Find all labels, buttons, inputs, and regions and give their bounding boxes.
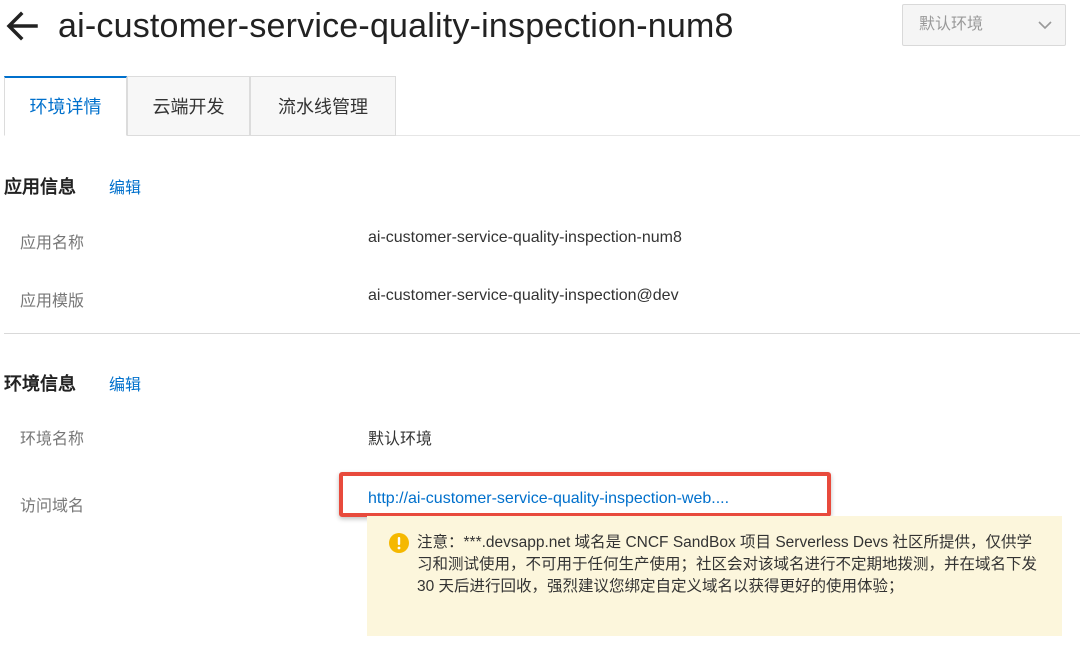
env-name-label: 环境名称: [20, 431, 85, 448]
tab-bar-divider: [396, 135, 1080, 136]
app-template-label: 应用模版: [20, 293, 85, 310]
domain-notice: 注意：***.devsapp.net 域名是 CNCF SandBox 项目 S…: [367, 516, 1062, 636]
environment-select-value: 默认环境: [919, 16, 984, 33]
tab-cloud-development[interactable]: 云端开发: [127, 76, 250, 136]
app-name-value: ai-customer-service-quality-inspection-n…: [368, 229, 682, 246]
warning-icon: [389, 533, 409, 553]
env-info-title: 环境信息: [4, 374, 76, 394]
app-template-value: ai-customer-service-quality-inspection@d…: [368, 287, 679, 304]
env-name-value: 默认环境: [368, 431, 433, 448]
domain-highlight-box: [339, 472, 831, 517]
env-info-edit-link[interactable]: 编辑: [109, 371, 141, 395]
tab-pipeline-management[interactable]: 流水线管理: [250, 76, 396, 136]
back-arrow-icon[interactable]: [4, 8, 40, 44]
access-domain-label: 访问域名: [20, 498, 85, 515]
environment-select[interactable]: 默认环境: [902, 4, 1066, 46]
domain-notice-text: 注意：***.devsapp.net 域名是 CNCF SandBox 项目 S…: [417, 534, 1038, 595]
page-title: ai-customer-service-quality-inspection-n…: [58, 7, 734, 45]
section-divider: [4, 333, 1080, 334]
chevron-down-icon: [1038, 21, 1052, 30]
app-info-title: 应用信息: [4, 177, 76, 197]
tab-environment-details[interactable]: 环境详情: [4, 76, 127, 136]
app-info-edit-link[interactable]: 编辑: [109, 174, 141, 198]
app-name-label: 应用名称: [20, 235, 85, 252]
